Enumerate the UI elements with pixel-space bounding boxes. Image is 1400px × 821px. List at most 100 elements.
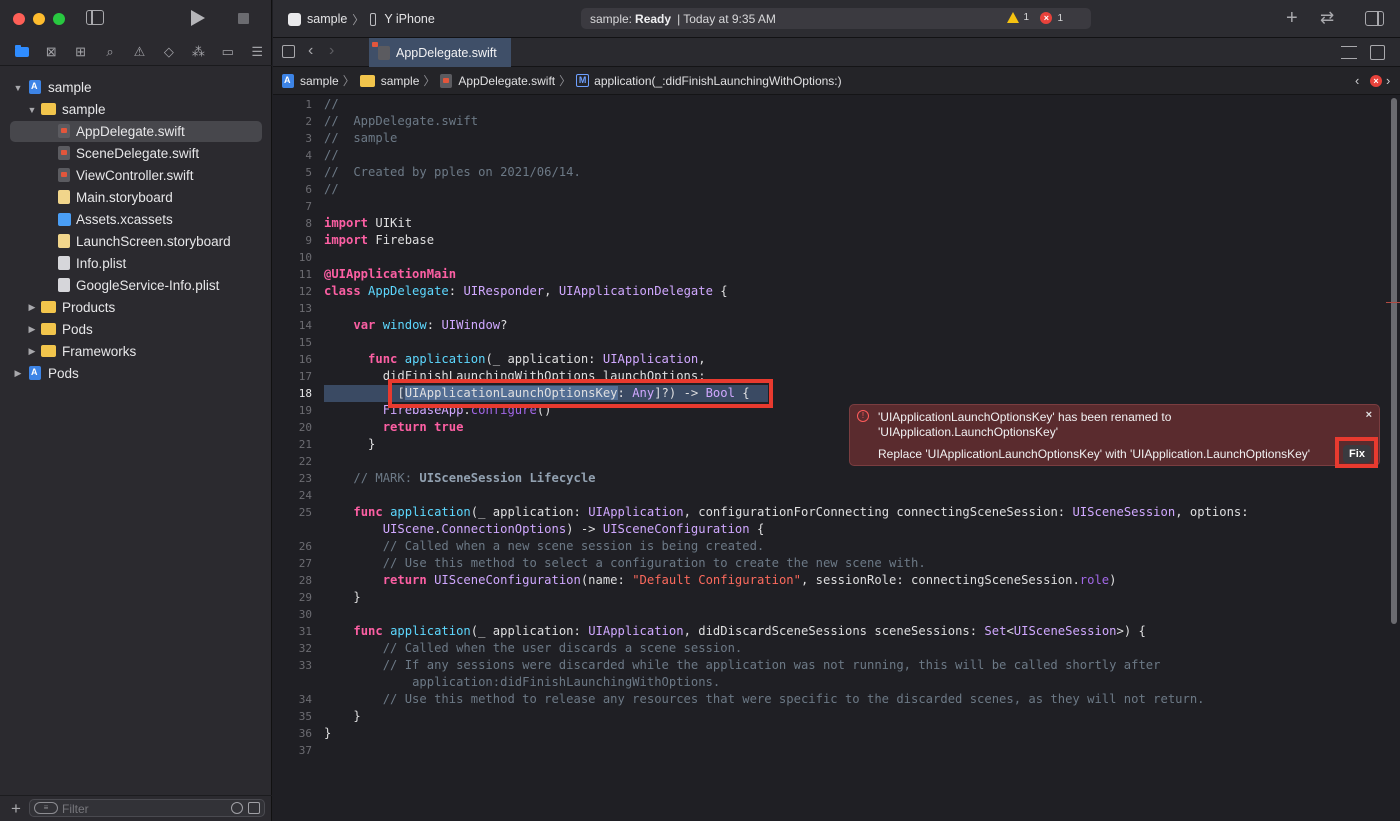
disclosure-closed-icon[interactable]: ▶ — [27, 346, 37, 357]
plist-file-icon — [58, 256, 70, 270]
breadcrumb-label: sample — [300, 73, 339, 88]
issue-navigator-tab[interactable]: ⚠ — [125, 40, 154, 64]
test-navigator-tab[interactable]: ◇ — [154, 40, 183, 64]
folder-icon — [41, 323, 56, 335]
run-button[interactable] — [190, 10, 206, 26]
close-icon[interactable]: × — [1366, 409, 1372, 421]
code-line: import UIKit — [324, 216, 413, 230]
add-icon[interactable]: + — [11, 799, 21, 819]
error-line-marker — [1386, 302, 1400, 303]
error-badge[interactable]: × 1 — [1040, 12, 1063, 24]
status-project: sample: — [590, 11, 633, 26]
breadcrumb-project[interactable]: sample — [282, 73, 339, 88]
line-number: 11 — [298, 268, 312, 281]
tree-item-label: Info.plist — [76, 256, 127, 271]
error-icon: × — [1040, 12, 1053, 24]
next-issue-icon[interactable]: › — [1386, 73, 1390, 88]
vertical-scrollbar[interactable] — [1390, 96, 1398, 821]
code-line: } — [324, 709, 361, 723]
breadcrumb-folder[interactable]: sample — [359, 73, 420, 88]
editor-options-icon[interactable] — [1341, 46, 1357, 59]
code-line: // — [324, 97, 339, 111]
tree-item-main-storyboard[interactable]: Main.storyboard — [10, 187, 262, 208]
error-icon[interactable]: × — [1370, 75, 1382, 87]
tree-item-label: sample — [48, 80, 92, 95]
breadcrumb-label: sample — [380, 73, 420, 88]
code-line: // — [324, 182, 339, 196]
previous-issue-icon[interactable]: ‹ — [1355, 73, 1359, 88]
source-control-navigator-tab[interactable]: ⊠ — [36, 40, 65, 64]
code-line: [UIApplicationLaunchOptionsKey: Any]?) -… — [324, 386, 750, 400]
code-line: var window: UIWindow? — [353, 318, 508, 332]
tree-item-assets[interactable]: Assets.xcassets — [10, 209, 262, 230]
tree-item-launchscreen[interactable]: LaunchScreen.storyboard — [10, 231, 262, 252]
recent-files-icon[interactable] — [231, 802, 243, 814]
scrollbar-thumb[interactable] — [1391, 98, 1397, 624]
source-control-filter-icon[interactable] — [248, 802, 260, 814]
warning-icon — [1007, 12, 1020, 23]
window-controls — [0, 0, 272, 38]
scheme-selector[interactable]: sample 〉 Y iPhone — [288, 10, 435, 28]
back-chevron-icon[interactable]: ‹ — [308, 42, 313, 60]
folder-icon — [41, 103, 56, 115]
window-minimize-button[interactable] — [33, 13, 45, 25]
line-number: 1 — [305, 98, 312, 111]
code-review-icon[interactable]: ⇄ — [1320, 9, 1334, 27]
library-add-icon[interactable]: + — [1286, 8, 1298, 28]
tree-item-appdelegate[interactable]: AppDelegate.swift — [10, 121, 262, 142]
tree-item-products[interactable]: ▶ Products — [10, 297, 262, 318]
code-line: } — [324, 437, 376, 451]
tree-item-scenedelegate[interactable]: SceneDelegate.swift — [10, 143, 262, 164]
disclosure-closed-icon[interactable]: ▶ — [27, 324, 37, 335]
warning-badge[interactable]: 1 — [1007, 12, 1029, 23]
breadcrumb-file[interactable]: AppDelegate.swift — [440, 73, 555, 88]
tree-item-pods-folder[interactable]: ▶ Pods — [10, 319, 262, 340]
disclosure-open-icon[interactable]: ▼ — [13, 83, 23, 93]
sidebar-toggle-icon[interactable] — [86, 10, 104, 25]
window-close-button[interactable] — [13, 13, 25, 25]
breadcrumb-label: application(_:didFinishLaunchingWithOpti… — [594, 73, 842, 88]
disclosure-closed-icon[interactable]: ▶ — [27, 302, 37, 313]
tree-item-info-plist[interactable]: Info.plist — [10, 253, 262, 274]
forward-chevron-icon[interactable]: › — [329, 42, 334, 60]
device-name[interactable]: Y iPhone — [384, 12, 435, 26]
tree-item-viewcontroller[interactable]: ViewController.swift — [10, 165, 262, 186]
stop-button[interactable] — [238, 13, 249, 24]
tree-item-frameworks[interactable]: ▶ Frameworks — [10, 341, 262, 362]
swift-file-icon — [58, 146, 70, 160]
breakpoint-navigator-tab[interactable]: ▭ — [213, 40, 242, 64]
report-icon: ☰ — [251, 43, 264, 59]
tree-item-label: SceneDelegate.swift — [76, 146, 200, 161]
line-number: 14 — [298, 319, 312, 332]
inspector-toggle-icon[interactable] — [1365, 11, 1384, 26]
filter-options-icon[interactable]: ≡ — [34, 802, 58, 814]
swift-file-icon — [58, 168, 70, 182]
find-navigator-tab[interactable]: ⌕ — [95, 40, 124, 64]
code-line: } — [324, 726, 332, 740]
source-editor[interactable]: 1 2 3 4 5 6 7 8 9 10 11 12 13 14 15 16 17 18 19 20 21 22 23 24 2… — [273, 96, 1400, 821]
split-editor-icon[interactable] — [1370, 45, 1385, 60]
tree-item-googleservice-plist[interactable]: GoogleService-Info.plist — [10, 275, 262, 296]
window-zoom-button[interactable] — [53, 13, 65, 25]
disclosure-open-icon[interactable]: ▼ — [27, 105, 37, 115]
related-items-icon[interactable] — [282, 45, 295, 58]
filter-field[interactable]: ≡ — [29, 799, 265, 817]
debug-navigator-tab[interactable]: ⁂ — [184, 40, 213, 64]
disclosure-closed-icon[interactable]: ▶ — [13, 368, 23, 379]
scheme-name[interactable]: sample — [307, 12, 347, 26]
breadcrumb-method[interactable]: M application(_:didFinishLaunchingWithOp… — [576, 73, 842, 88]
tree-item-folder-sample[interactable]: ▼ sample — [10, 99, 262, 120]
fix-button[interactable]: Fix — [1343, 445, 1371, 463]
line-number: 18 — [298, 387, 312, 400]
code-line: // sample — [324, 131, 398, 145]
code-line: func application(_ application: UIApplic… — [353, 505, 1249, 519]
line-number: 26 — [298, 540, 312, 553]
report-navigator-tab[interactable]: ☰ — [243, 40, 272, 64]
tree-item-project-sample[interactable]: ▼ sample — [10, 77, 262, 98]
filter-input[interactable] — [62, 801, 222, 816]
tree-item-pods-project[interactable]: ▶ Pods — [10, 363, 262, 384]
project-navigator-tab[interactable] — [7, 40, 36, 64]
symbol-navigator-tab[interactable]: ⊞ — [66, 40, 95, 64]
tab-appdelegate[interactable]: AppDelegate.swift — [369, 38, 511, 67]
issue-message: 'UIApplicationLaunchOptionsKey' has been… — [878, 410, 1172, 439]
